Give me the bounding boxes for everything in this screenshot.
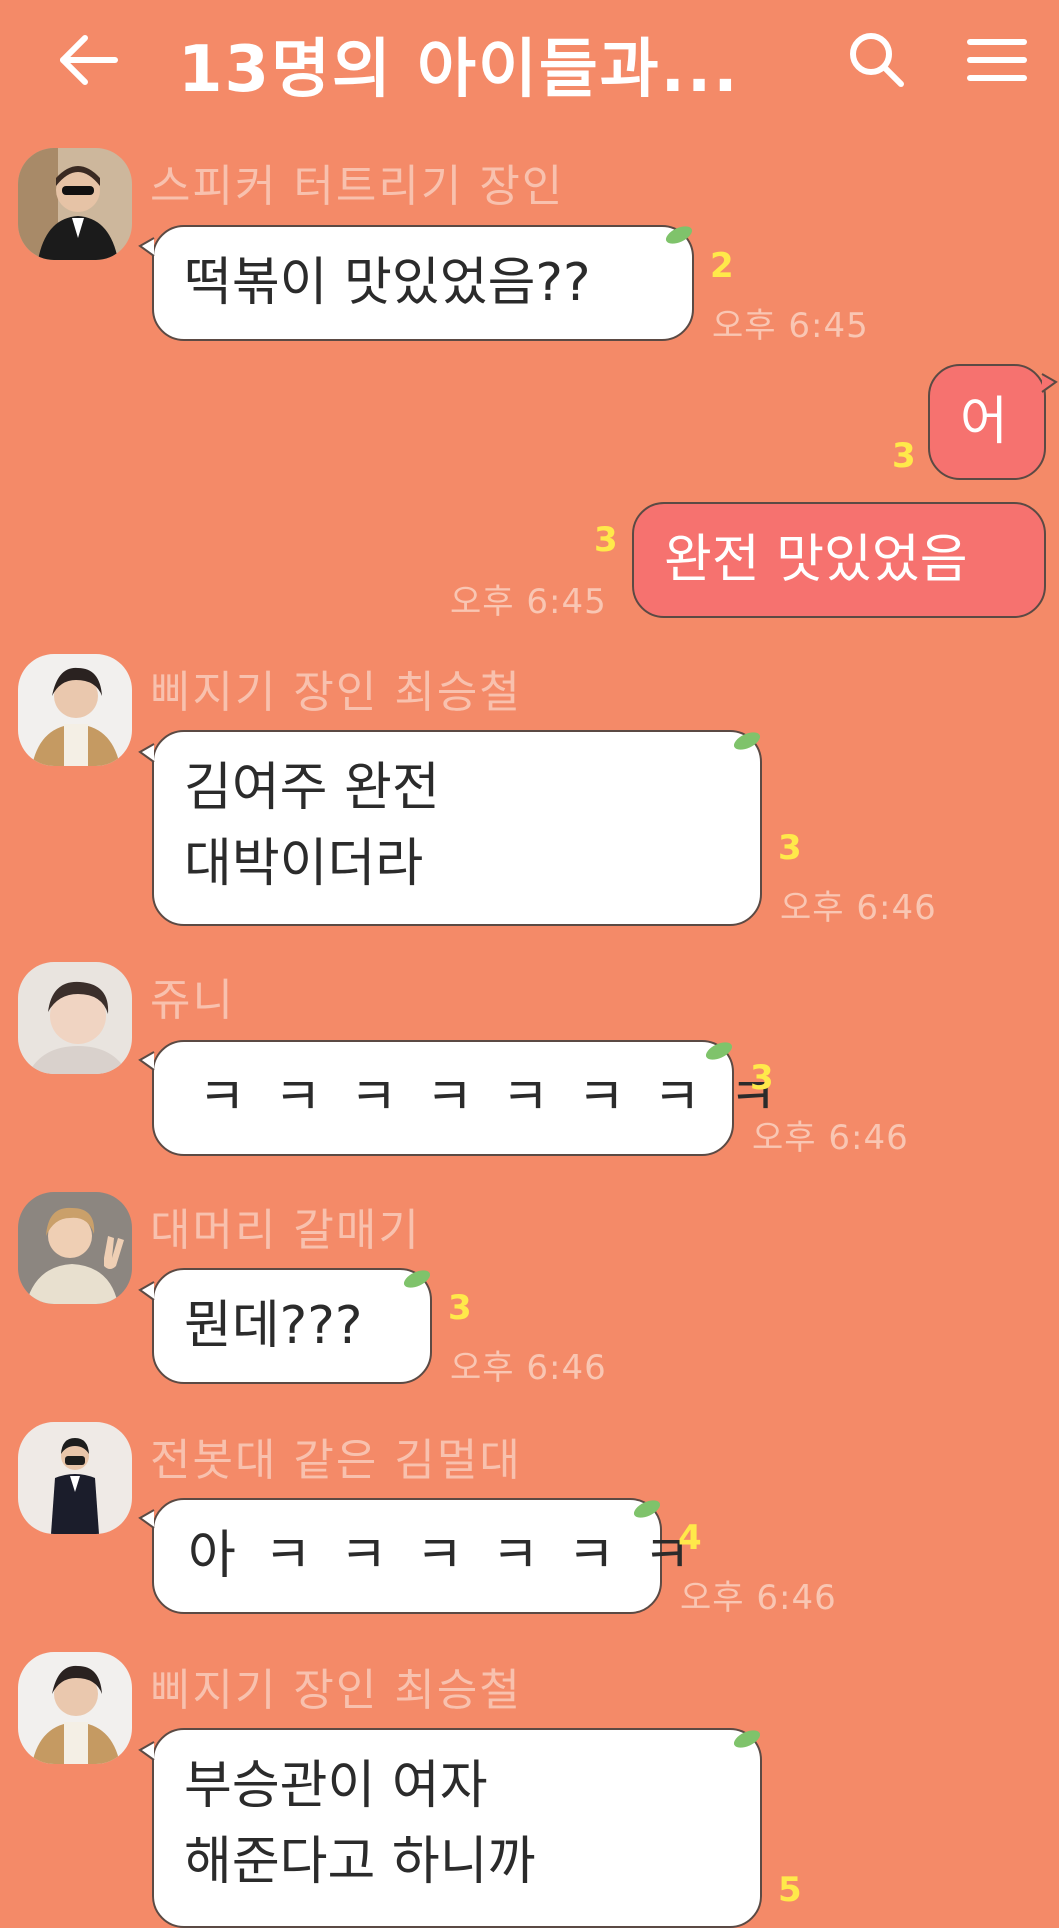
unread-count: 3: [594, 520, 618, 560]
message-bubble[interactable]: 떡볶이 맛있었음??: [152, 225, 694, 341]
leaf-icon: [665, 226, 693, 244]
bubble-tail: [138, 1509, 155, 1529]
sender-name: 쥬니: [150, 975, 235, 1026]
message-text: 어: [960, 392, 1008, 452]
bubble-tail: [138, 1281, 155, 1301]
bubble-tail: [1041, 373, 1058, 393]
unread-count: 4: [678, 1518, 702, 1558]
unread-count: 3: [448, 1288, 472, 1328]
bubble-tail: [138, 743, 155, 763]
unread-count: 2: [710, 246, 734, 286]
unread-count: 3: [892, 436, 916, 476]
leaf-icon: [403, 1270, 431, 1288]
avatar[interactable]: [18, 1652, 132, 1764]
chat-title: 13명의 아이들과...: [178, 33, 740, 107]
message-text: 부승관이 여자: [184, 1756, 488, 1816]
menu-button[interactable]: [962, 30, 1032, 90]
message-bubble[interactable]: 김여주 완전 대박이더라: [152, 730, 762, 926]
message-time: 오후 6:46: [450, 1348, 607, 1388]
message-bubble[interactable]: 아ㅋㅋㅋㅋㅋㅋ: [152, 1498, 719, 1614]
bubble-tail: [138, 237, 155, 257]
leaf-icon: [733, 1730, 761, 1748]
unread-count: 5: [778, 1870, 802, 1910]
leaf-icon: [733, 732, 761, 750]
my-message-bubble[interactable]: 어: [928, 364, 1046, 480]
sender-name: 삐지기 장인 최승철: [150, 667, 522, 718]
search-button[interactable]: [845, 28, 909, 92]
back-button[interactable]: [55, 28, 125, 92]
my-message-bubble[interactable]: 완전 맛있었음: [632, 502, 1046, 618]
avatar[interactable]: [18, 1192, 132, 1304]
sender-name: 스피커 터트리기 장인: [150, 161, 565, 212]
message-bubble[interactable]: ㅋㅋㅋㅋㅋㅋㅋㅋ: [152, 1040, 805, 1156]
leaf-icon: [633, 1500, 661, 1518]
message-text: 해준다고 하니까: [184, 1832, 536, 1892]
message-time: 오후 6:45: [712, 306, 869, 346]
message-bubble[interactable]: 부승관이 여자 해준다고 하니까: [152, 1728, 762, 1928]
sender-name: 삐지기 장인 최승철: [150, 1665, 522, 1716]
avatar[interactable]: [18, 654, 132, 766]
hamburger-menu-icon: [967, 39, 1027, 81]
message-text: 뭔데???: [184, 1296, 363, 1356]
search-icon: [850, 33, 904, 87]
bubble-tail: [138, 1741, 155, 1761]
avatar[interactable]: [18, 148, 132, 260]
message-time: 오후 6:46: [752, 1118, 909, 1158]
sender-name: 대머리 갈매기: [150, 1205, 421, 1256]
unread-count: 3: [750, 1058, 774, 1098]
message-text: 대박이더라: [184, 834, 424, 894]
avatar[interactable]: [18, 962, 132, 1074]
message-text: 완전 맛있었음: [664, 530, 968, 590]
message-bubble[interactable]: 뭔데???: [152, 1268, 432, 1384]
message-time: 오후 6:46: [780, 888, 937, 928]
sender-name: 전봇대 같은 김멀대: [150, 1435, 522, 1486]
message-text: ㅋㅋㅋㅋㅋㅋㅋㅋ: [198, 1068, 805, 1128]
leaf-icon: [705, 1042, 733, 1060]
message-text: 김여주 완전: [184, 758, 440, 818]
message-text: 떡볶이 맛있었음??: [184, 253, 591, 313]
message-time: 오후 6:46: [680, 1578, 837, 1618]
chat-header: 13명의 아이들과...: [0, 0, 1059, 120]
avatar[interactable]: [18, 1422, 132, 1534]
bubble-tail: [138, 1051, 155, 1071]
arrow-left-icon: [60, 35, 118, 85]
unread-count: 3: [778, 828, 802, 868]
message-text: 아ㅋㅋㅋㅋㅋㅋ: [188, 1526, 719, 1586]
message-time: 오후 6:45: [450, 582, 607, 622]
